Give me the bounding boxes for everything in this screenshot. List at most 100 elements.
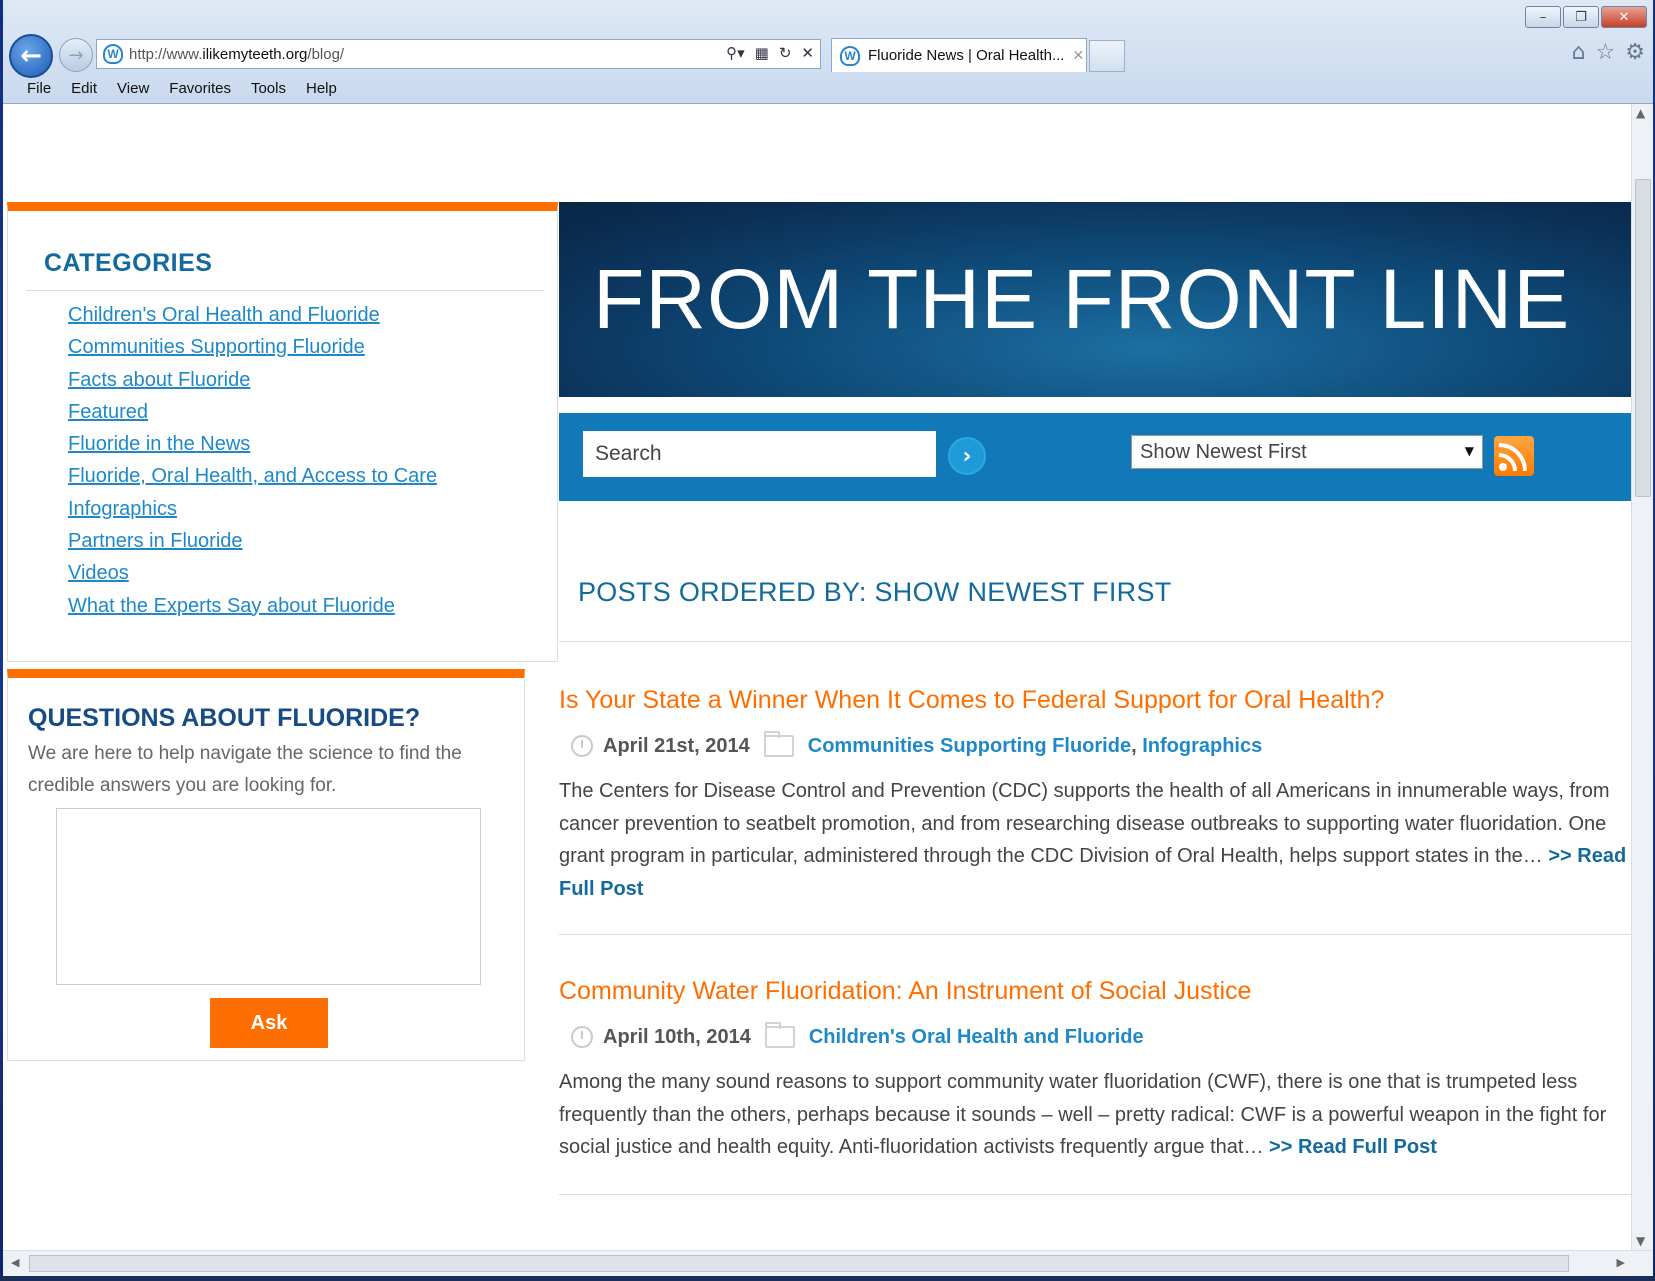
scroll-thumb[interactable] bbox=[1635, 179, 1651, 497]
browser-right-icons: ⌂ ☆ ⚙ bbox=[1572, 40, 1645, 65]
horizontal-scrollbar[interactable]: ◀ ▶ bbox=[3, 1250, 1653, 1276]
gear-icon[interactable]: ⚙ bbox=[1625, 40, 1645, 65]
url-text[interactable]: http://www.ilikemyteeth.org/blog/ bbox=[129, 46, 344, 63]
search-bar: Search › Show Newest First ▼ bbox=[559, 413, 1631, 501]
post-title-link[interactable]: Is Your State a Winner When It Comes to … bbox=[559, 686, 1631, 715]
list-item: Facts about Fluoride bbox=[68, 364, 437, 396]
tab-favicon-icon: W bbox=[840, 45, 860, 66]
category-separator: , bbox=[1131, 734, 1137, 757]
categories-title: CATEGORIES bbox=[44, 249, 213, 277]
scroll-thumb[interactable] bbox=[29, 1255, 1569, 1272]
post-item: Community Water Fluoridation: An Instrum… bbox=[559, 977, 1631, 1164]
post-excerpt: The Centers for Disease Control and Prev… bbox=[559, 775, 1629, 905]
category-link[interactable]: Communities Supporting Fluoride bbox=[68, 336, 365, 358]
list-item: What the Experts Say about Fluoride bbox=[68, 590, 437, 622]
post-excerpt: Among the many sound reasons to support … bbox=[559, 1066, 1629, 1164]
categories-list: Children's Oral Health and Fluoride Comm… bbox=[68, 299, 437, 622]
post-date: April 10th, 2014 bbox=[603, 1025, 751, 1048]
list-item: Fluoride in the News bbox=[68, 428, 437, 460]
menu-help[interactable]: Help bbox=[306, 80, 337, 97]
site-favicon-icon: W bbox=[103, 44, 123, 64]
category-link[interactable]: Fluoride in the News bbox=[68, 433, 250, 455]
post-date: April 21st, 2014 bbox=[603, 734, 750, 757]
divider bbox=[559, 641, 1631, 642]
list-item: Children's Oral Health and Fluoride bbox=[68, 299, 437, 331]
menu-favorites[interactable]: Favorites bbox=[169, 80, 231, 97]
search-input[interactable]: Search bbox=[583, 431, 936, 477]
questions-widget: QUESTIONS ABOUT FLUORIDE? We are here to… bbox=[7, 669, 525, 1061]
questions-title: QUESTIONS ABOUT FLUORIDE? bbox=[28, 704, 421, 732]
post-item: Is Your State a Winner When It Comes to … bbox=[559, 686, 1631, 905]
rss-glyph bbox=[1498, 443, 1527, 472]
compat-view-icon[interactable]: ▦ bbox=[755, 44, 769, 62]
new-tab-button[interactable] bbox=[1089, 40, 1125, 72]
categories-widget: CATEGORIES Children's Oral Health and Fl… bbox=[7, 202, 558, 662]
window-controls: – ❐ ✕ bbox=[1525, 6, 1647, 28]
post-category-link[interactable]: Communities Supporting Fluoride bbox=[808, 735, 1131, 758]
category-link[interactable]: Partners in Fluoride bbox=[68, 530, 243, 552]
taskbar bbox=[0, 1276, 1655, 1281]
menu-tools[interactable]: Tools bbox=[251, 80, 286, 97]
back-button[interactable]: ← bbox=[9, 34, 53, 78]
search-icon[interactable]: ⚲▾ bbox=[726, 44, 745, 62]
star-icon[interactable]: ☆ bbox=[1596, 40, 1616, 65]
rss-icon[interactable] bbox=[1494, 436, 1534, 476]
tab-close-icon[interactable]: ✕ bbox=[1072, 48, 1084, 64]
refresh-icon[interactable]: ↻ bbox=[779, 44, 792, 62]
forward-button[interactable]: → bbox=[59, 38, 93, 72]
url-domain: ilikemyteeth.org bbox=[202, 45, 308, 63]
category-link[interactable]: Infographics bbox=[68, 498, 177, 520]
search-submit-button[interactable]: › bbox=[948, 437, 986, 475]
category-link[interactable]: Featured bbox=[68, 401, 148, 423]
post-meta: April 21st, 2014 Communities Supporting … bbox=[559, 731, 1631, 761]
category-link[interactable]: What the Experts Say about Fluoride bbox=[68, 595, 395, 617]
list-item: Partners in Fluoride bbox=[68, 525, 437, 557]
vertical-scrollbar[interactable]: ▲ ▼ bbox=[1631, 104, 1653, 1250]
stop-icon[interactable]: ✕ bbox=[801, 44, 814, 62]
address-bar[interactable]: W http://www.ilikemyteeth.org/blog/ ⚲▾ ▦… bbox=[96, 39, 821, 69]
list-item: Infographics bbox=[68, 493, 437, 525]
category-link[interactable]: Children's Oral Health and Fluoride bbox=[68, 304, 380, 326]
category-link[interactable]: Facts about Fluoride bbox=[68, 369, 250, 391]
hero-title: FROM THE FRONT LINE bbox=[593, 252, 1571, 346]
ask-button[interactable]: Ask bbox=[210, 998, 328, 1048]
category-link[interactable]: Videos bbox=[68, 562, 129, 584]
scroll-left-icon[interactable]: ◀ bbox=[11, 1256, 19, 1269]
category-link[interactable]: Fluoride, Oral Health, and Access to Car… bbox=[68, 465, 437, 487]
home-icon[interactable]: ⌂ bbox=[1572, 40, 1586, 65]
arrow-left-icon: ← bbox=[20, 41, 42, 71]
browser-window: – ❐ ✕ ← → W http://www.ilikemyteeth.org/… bbox=[3, 0, 1653, 1276]
read-more-link[interactable]: >> Read Full Post bbox=[1269, 1136, 1437, 1158]
posts-ordered-heading: POSTS ORDERED BY: SHOW NEWEST FIRST bbox=[578, 577, 1172, 607]
divider bbox=[26, 290, 544, 291]
question-textarea[interactable] bbox=[56, 808, 481, 985]
post-category-link[interactable]: Children's Oral Health and Fluoride bbox=[809, 1026, 1144, 1049]
menu-bar: File Edit View Favorites Tools Help bbox=[3, 74, 337, 102]
scroll-right-icon[interactable]: ▶ bbox=[1617, 1256, 1625, 1269]
menu-edit[interactable]: Edit bbox=[71, 80, 97, 97]
list-item: Fluoride, Oral Health, and Access to Car… bbox=[68, 460, 437, 492]
folder-icon bbox=[763, 731, 794, 757]
list-item: Communities Supporting Fluoride bbox=[68, 331, 437, 363]
folder-icon bbox=[764, 1022, 795, 1048]
url-prefix: http://www. bbox=[129, 45, 203, 63]
clock-icon bbox=[571, 735, 593, 757]
restore-icon[interactable]: ❐ bbox=[1563, 6, 1599, 28]
url-path: /blog/ bbox=[307, 45, 345, 63]
menu-view[interactable]: View bbox=[117, 80, 149, 97]
browser-chrome: – ❐ ✕ ← → W http://www.ilikemyteeth.org/… bbox=[3, 0, 1653, 104]
post-excerpt-text: The Centers for Disease Control and Prev… bbox=[559, 780, 1610, 867]
post-title-link[interactable]: Community Water Fluoridation: An Instrum… bbox=[559, 977, 1631, 1006]
clock-icon bbox=[571, 1026, 593, 1048]
tab-active[interactable]: W Fluoride News | Oral Health... ✕ bbox=[831, 38, 1087, 72]
divider bbox=[559, 934, 1631, 935]
address-tools: ⚲▾ ▦ ↻ ✕ bbox=[726, 44, 814, 62]
post-category-link[interactable]: Infographics bbox=[1142, 735, 1262, 758]
scroll-down-icon[interactable]: ▼ bbox=[1636, 1234, 1645, 1248]
sort-select[interactable]: Show Newest First ▼ bbox=[1131, 435, 1483, 469]
close-icon[interactable]: ✕ bbox=[1601, 6, 1647, 28]
caret-down-icon: ▼ bbox=[1464, 444, 1474, 458]
minimize-icon[interactable]: – bbox=[1525, 6, 1561, 28]
menu-file[interactable]: File bbox=[27, 80, 51, 97]
scroll-up-icon[interactable]: ▲ bbox=[1636, 106, 1645, 120]
